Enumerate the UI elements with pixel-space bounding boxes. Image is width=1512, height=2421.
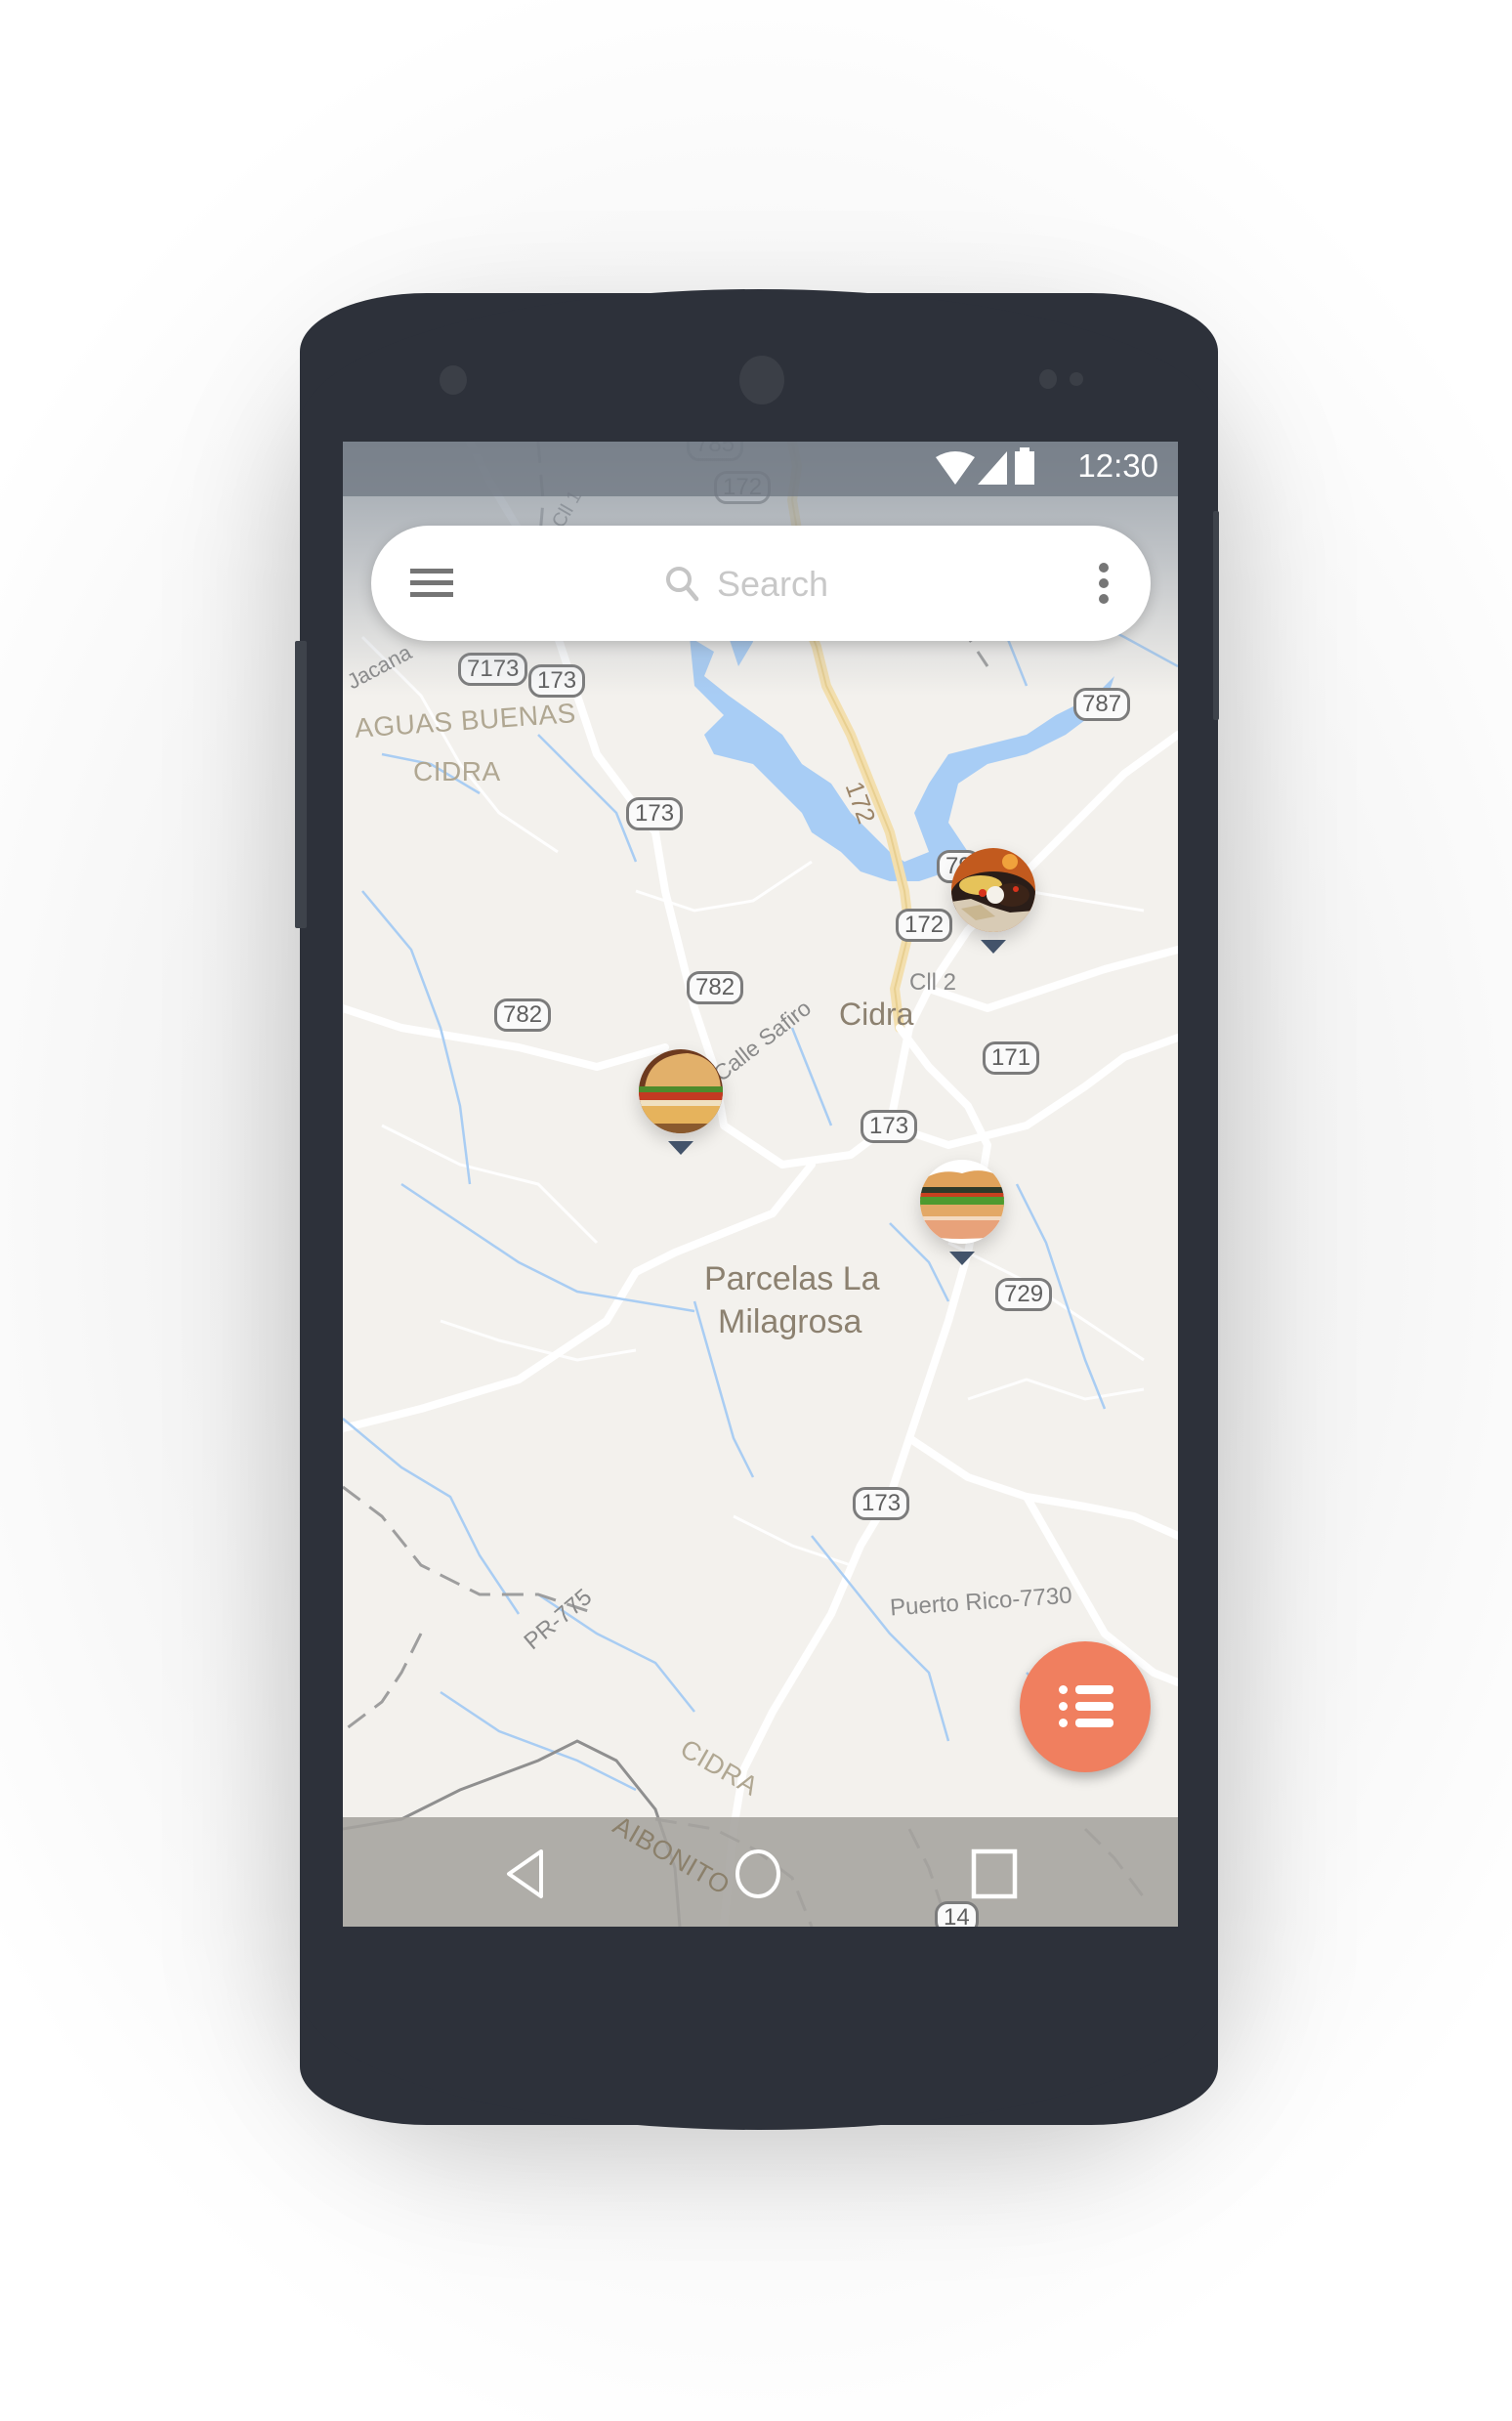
restaurant-photo — [920, 1160, 1004, 1244]
pin-pointer-icon — [981, 940, 1006, 954]
map-label-parcelas-2: Milagrosa — [718, 1303, 862, 1340]
light-sensor-2 — [1070, 372, 1083, 386]
route-shield: 173 — [853, 1487, 910, 1520]
battery-icon — [1015, 447, 1034, 485]
front-camera — [739, 356, 784, 404]
map-label-parcelas-1: Parcelas La — [704, 1260, 880, 1297]
volume-button — [295, 641, 307, 928]
route-shield: 171 — [983, 1041, 1040, 1075]
search-placeholder: Search — [717, 564, 829, 604]
restaurant-photo — [951, 848, 1035, 932]
map-label-cidra-town: Cidra — [839, 997, 914, 1032]
route-shield: 782 — [494, 998, 552, 1032]
route-shield: 172 — [896, 909, 953, 942]
route-shield: 14 — [935, 1901, 979, 1927]
more-vert-icon[interactable] — [1094, 563, 1113, 606]
navigation-bar — [343, 1817, 1178, 1927]
screen: Jacana Cll 1 AGUAS BUENAS CIDRA 172 Cll … — [343, 442, 1178, 1927]
pin-pointer-icon — [949, 1252, 975, 1265]
power-button — [1213, 511, 1219, 720]
route-shield: 173 — [861, 1110, 918, 1143]
home-icon[interactable] — [733, 1848, 783, 1899]
proximity-sensor — [440, 365, 467, 395]
route-shield: 729 — [995, 1278, 1053, 1311]
status-bar: 12:30 — [343, 442, 1178, 496]
search-bar[interactable]: Search — [371, 526, 1151, 641]
restaurant-photo — [639, 1049, 723, 1133]
status-time: 12:30 — [1077, 447, 1158, 484]
route-shield: 782 — [687, 971, 744, 1004]
list-icon — [1059, 1685, 1113, 1728]
search-icon — [664, 565, 703, 604]
restaurant-pin-sub-sandwich[interactable] — [920, 1160, 1008, 1267]
back-icon[interactable] — [504, 1848, 547, 1899]
map-label-cll2: Cll 2 — [909, 969, 957, 996]
cell-signal-icon — [978, 451, 1007, 485]
pin-pointer-icon — [668, 1141, 693, 1155]
search-input[interactable]: Search — [664, 555, 828, 614]
list-view-fab[interactable] — [1020, 1641, 1151, 1772]
map-label-cidra-region: CIDRA — [413, 756, 501, 786]
route-shield: 173 — [626, 797, 684, 830]
hamburger-menu-icon[interactable] — [410, 569, 453, 598]
recents-icon[interactable] — [971, 1848, 1018, 1899]
restaurant-pin-burger[interactable] — [639, 1049, 727, 1157]
restaurant-pin-mexican-plate[interactable] — [951, 848, 1039, 956]
wifi-icon — [936, 451, 975, 485]
light-sensor — [1039, 369, 1057, 389]
